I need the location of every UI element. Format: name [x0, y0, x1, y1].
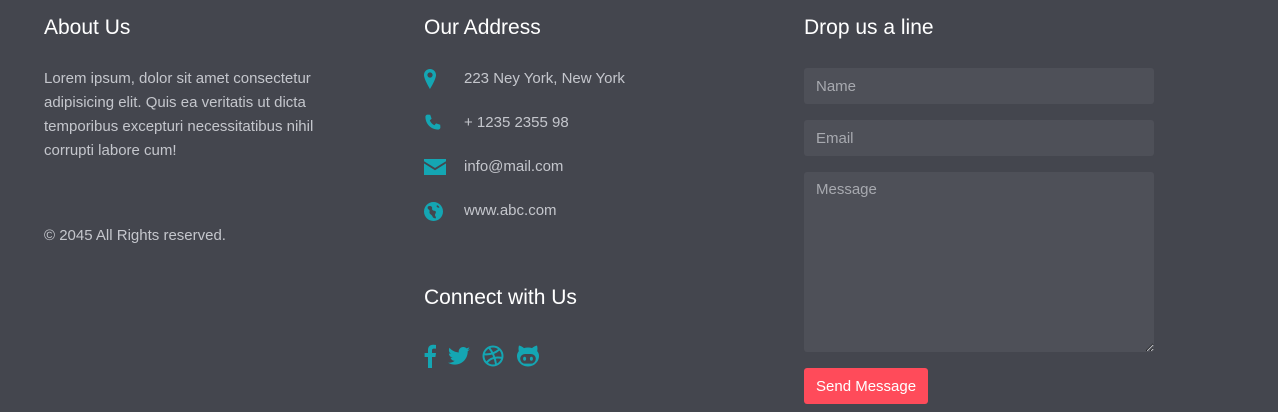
copyright-text: © 2045 All Rights reserved. [44, 227, 226, 244]
address-list: 223 Ney York, New York + 1235 2355 98 in… [424, 68, 625, 244]
contact-title: Drop us a line [804, 16, 934, 39]
message-textarea[interactable] [804, 172, 1154, 352]
facebook-link[interactable] [424, 344, 436, 368]
github-link[interactable] [516, 344, 540, 368]
send-message-button[interactable]: Send Message [804, 368, 929, 404]
envelope-icon [424, 156, 464, 178]
map-marker-icon [424, 68, 464, 90]
social-links [424, 344, 552, 368]
about-text: Lorem ipsum, dolor sit amet consectetur … [44, 70, 314, 159]
email-input[interactable] [804, 120, 1154, 156]
about-title: About Us [44, 16, 131, 39]
twitter-link[interactable] [448, 344, 470, 368]
address-item-website: www.abc.com [424, 200, 625, 244]
connect-title: Connect with Us [424, 286, 577, 309]
phone-text: + 1235 2355 98 [464, 114, 569, 131]
website-text: www.abc.com [464, 202, 557, 219]
phone-icon [424, 112, 464, 134]
dribbble-icon [482, 345, 504, 367]
address-item-location: 223 Ney York, New York [424, 68, 625, 112]
name-input[interactable] [804, 68, 1154, 104]
globe-icon [424, 200, 464, 222]
dribbble-link[interactable] [482, 344, 504, 368]
email-text: info@mail.com [464, 158, 564, 175]
twitter-icon [448, 347, 470, 365]
address-item-phone: + 1235 2355 98 [424, 112, 625, 156]
footer: About Us Lorem ipsum, dolor sit amet con… [0, 0, 1278, 412]
github-icon [516, 345, 540, 367]
address-title: Our Address [424, 16, 541, 39]
address-text: 223 Ney York, New York [464, 70, 625, 87]
facebook-icon [424, 344, 436, 368]
address-item-email: info@mail.com [424, 156, 625, 200]
